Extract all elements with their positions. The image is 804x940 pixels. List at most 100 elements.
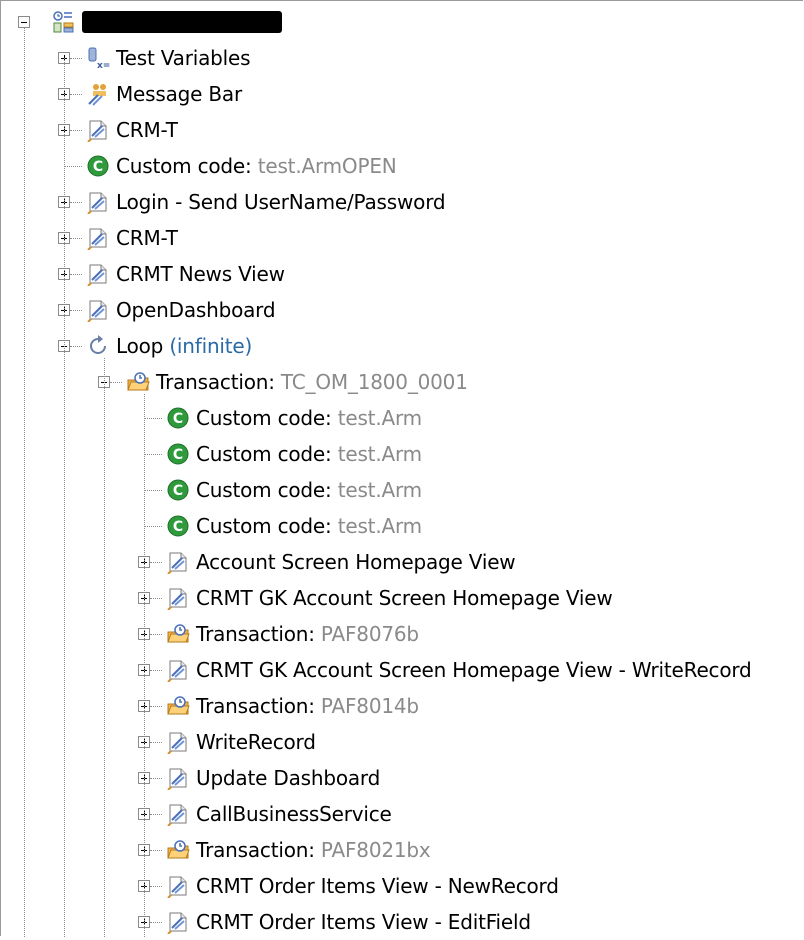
tree-connector [70, 238, 82, 239]
tree-connector [144, 526, 162, 527]
tree-item[interactable]: C Custom code: test.Arm [166, 472, 422, 508]
tree-item[interactable]: CRMT GK Account Screen Homepage View - W… [166, 652, 752, 688]
page-icon [167, 912, 187, 934]
tree-root[interactable] [52, 4, 282, 40]
item-name: Transaction: [196, 622, 321, 646]
tree-connector [150, 634, 162, 635]
test-variables-icon: x= [88, 47, 110, 70]
tree-item[interactable]: Update Dashboard [166, 760, 380, 796]
item-detail: test.Arm [337, 406, 422, 430]
tree-item-label: CRMT Order Items View - NewRecord [196, 874, 559, 898]
item-detail: test.Arm [337, 514, 422, 538]
transaction-icon [127, 372, 150, 391]
tree-item[interactable]: Transaction: PAF8014b [166, 688, 419, 724]
page-icon [87, 300, 107, 322]
tree-connector [70, 130, 82, 131]
tree-item-label: Account Screen Homepage View [196, 550, 516, 574]
custom-code-icon: C [167, 407, 189, 429]
page-icon [167, 804, 187, 826]
item-detail: (infinite) [169, 334, 253, 358]
tree-connector [24, 28, 25, 937]
tree-item[interactable]: WriteRecord [166, 724, 316, 760]
tree-item-label: Custom code: test.ArmOPEN [116, 154, 397, 178]
tree-item-label: Loop (infinite) [116, 334, 252, 358]
svg-text:C: C [173, 483, 183, 499]
custom-code-icon: C [167, 479, 189, 501]
tree-item[interactable]: CRMT GK Account Screen Homepage View [166, 580, 613, 616]
tree-item[interactable]: Account Screen Homepage View [166, 544, 516, 580]
root-collapse-toggle[interactable] [18, 16, 30, 28]
item-name: Update Dashboard [196, 766, 381, 790]
custom-code-icon: C [167, 443, 189, 465]
item-detail: PAF8076b [320, 622, 419, 646]
tree-connector [150, 886, 162, 887]
item-name: Login - Send UserName/Password [116, 190, 446, 214]
svg-text:C: C [93, 159, 103, 175]
item-name: CRMT News View [116, 262, 285, 286]
item-name: CRMT GK Account Screen Homepage View [196, 586, 613, 610]
tree-item[interactable]: Loop (infinite) [86, 328, 252, 364]
tree-item-label: Login - Send UserName/Password [116, 190, 446, 214]
tree-item[interactable]: OpenDashboard [86, 292, 276, 328]
tree-item[interactable]: C Custom code: test.Arm [166, 400, 422, 436]
tree-item[interactable]: Message Bar [86, 76, 242, 112]
svg-text:C: C [173, 447, 183, 463]
tree-item[interactable]: CRM-T [86, 112, 178, 148]
tree-connector [150, 742, 162, 743]
page-icon [87, 192, 107, 214]
svg-text:C: C [173, 519, 183, 535]
tree-connector [70, 202, 82, 203]
tree-connector [110, 382, 122, 383]
tree-item[interactable]: C Custom code: test.Arm [166, 508, 422, 544]
tree-item[interactable]: C Custom code: test.Arm [166, 436, 422, 472]
tree-connector [64, 166, 82, 167]
tree-item-label: CRMT Order Items View - EditField [196, 910, 531, 934]
tree-item[interactable]: CRM-T [86, 220, 178, 256]
tree-connector [64, 58, 65, 937]
tree-item[interactable]: C Custom code: test.ArmOPEN [86, 148, 397, 184]
item-name: Custom code: [196, 514, 338, 538]
tree-item-label: Transaction: PAF8076b [196, 622, 419, 646]
item-detail: PAF8021bx [320, 838, 431, 862]
tree-item[interactable]: Transaction: PAF8021bx [166, 832, 431, 868]
tree-item-label: Message Bar [116, 82, 242, 106]
tree-item[interactable]: Transaction: TC_OM_1800_0001 [126, 364, 468, 400]
tree-item-label: Transaction: PAF8021bx [196, 838, 431, 862]
item-name: CRMT Order Items View - NewRecord [196, 874, 559, 898]
tree-item[interactable]: CallBusinessService [166, 796, 392, 832]
tree-connector [70, 346, 82, 347]
tree-item[interactable]: x= Test Variables [86, 40, 251, 76]
item-name: Transaction: [196, 694, 321, 718]
tree-item-label: WriteRecord [196, 730, 316, 754]
redacted-test-name [82, 11, 282, 33]
tree-connector [144, 454, 162, 455]
item-detail: test.ArmOPEN [257, 154, 397, 178]
tree-item[interactable]: CRMT News View [86, 256, 285, 292]
custom-code-icon: C [87, 155, 109, 177]
item-name: Account Screen Homepage View [196, 550, 516, 574]
item-name: Transaction: [156, 370, 281, 394]
tree-item-label: Custom code: test.Arm [196, 406, 422, 430]
custom-code-icon: C [167, 515, 189, 537]
item-name: Test Variables [116, 46, 251, 70]
item-name: WriteRecord [196, 730, 316, 754]
tree-connector [150, 562, 162, 563]
item-name: Custom code: [196, 406, 338, 430]
transaction-icon [167, 624, 190, 643]
item-name: Transaction: [196, 838, 321, 862]
tree-connector [70, 274, 82, 275]
tree-item-label: OpenDashboard [116, 298, 276, 322]
transaction-icon [167, 696, 190, 715]
tree-item-label: Transaction: PAF8014b [196, 694, 419, 718]
tree-connector [70, 58, 82, 59]
tree-item[interactable]: CRMT Order Items View - NewRecord [166, 868, 559, 904]
page-icon [167, 876, 187, 898]
tree-item-label: CRMT GK Account Screen Homepage View [196, 586, 613, 610]
tree-connector [150, 706, 162, 707]
tree-connector [150, 598, 162, 599]
tree-item-label: Transaction: TC_OM_1800_0001 [156, 370, 468, 394]
tree-item[interactable]: Login - Send UserName/Password [86, 184, 446, 220]
tree-item[interactable]: Transaction: PAF8076b [166, 616, 419, 652]
tree-item-label: Test Variables [116, 46, 251, 70]
tree-item[interactable]: CRMT Order Items View - EditField [166, 904, 531, 940]
